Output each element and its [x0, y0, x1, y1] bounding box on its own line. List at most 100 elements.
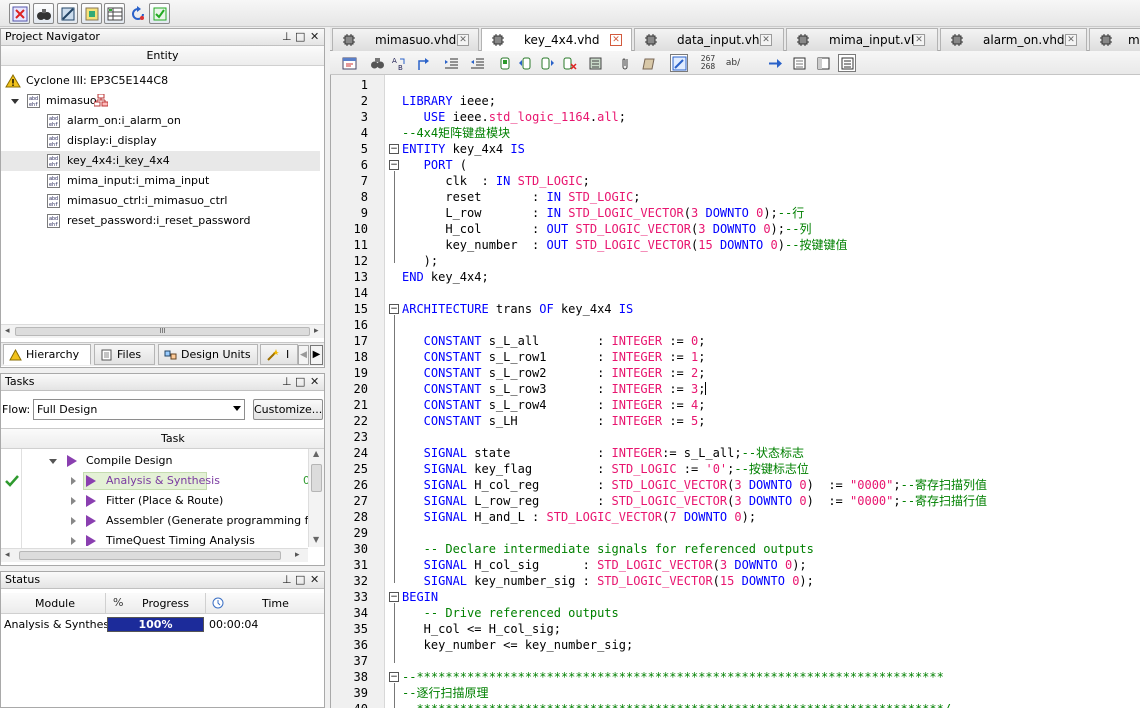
find-icon[interactable]	[368, 54, 386, 72]
expand-icon[interactable]	[71, 497, 76, 505]
scroll-left-icon[interactable]: ◂	[5, 549, 10, 561]
flow-select[interactable]: Full Design	[33, 399, 245, 420]
scroll-thumb[interactable]	[19, 551, 281, 560]
progress-header[interactable]: Progress	[142, 597, 189, 610]
expand-icon[interactable]	[71, 537, 76, 545]
scroll-down-icon[interactable]: ▼	[313, 535, 319, 544]
scroll-thumb[interactable]: III	[15, 327, 310, 336]
pin-icon[interactable]: ⊥	[282, 29, 292, 45]
scroll-left-icon[interactable]: ◂	[5, 325, 10, 337]
device-row[interactable]: Cyclone III: EP3C5E144C8	[1, 71, 320, 91]
pin-planner-icon[interactable]	[104, 3, 125, 24]
code-token: PORT	[402, 158, 453, 172]
entity-column-header[interactable]: Entity	[1, 46, 324, 66]
close-tab-icon[interactable]: ✕	[760, 34, 772, 46]
entity-row-selected[interactable]: abd ehf key_4x4:i_key_4x4	[1, 151, 320, 171]
clear-bookmarks-icon[interactable]	[560, 54, 578, 72]
goto-line-icon[interactable]	[414, 54, 432, 72]
fold-toggle-icon[interactable]: −	[389, 592, 399, 602]
view-split-icon[interactable]	[814, 54, 832, 72]
find-replace-icon[interactable]: AB	[390, 54, 408, 72]
entity-row[interactable]: abd ehf display:i_display	[1, 131, 320, 151]
entity-row[interactable]: abd ehf mimasuo_ctrl:i_mimasuo_ctrl	[1, 191, 320, 211]
tab-design-units[interactable]: Design Units	[158, 344, 258, 365]
template-icon[interactable]	[640, 54, 658, 72]
rtl-viewer-icon[interactable]	[33, 3, 54, 24]
expand-icon[interactable]	[71, 477, 76, 485]
task-column-header[interactable]: Task	[1, 429, 324, 449]
window-icon[interactable]	[340, 54, 358, 72]
module-header[interactable]: Module	[35, 597, 75, 610]
arrow-right-icon[interactable]	[766, 54, 784, 72]
fold-toggle-icon[interactable]: −	[389, 672, 399, 682]
bookmark-icon[interactable]	[496, 54, 514, 72]
programmer-icon[interactable]	[149, 3, 170, 24]
fold-guide	[394, 603, 395, 663]
scroll-thumb[interactable]	[311, 464, 322, 492]
entity-row[interactable]: abd ehf reset_password:i_reset_password	[1, 211, 320, 231]
time-header[interactable]: Time	[262, 597, 289, 610]
percent-header[interactable]: %	[113, 596, 123, 609]
fold-toggle-icon[interactable]: −	[389, 304, 399, 314]
tab-scroll-right-icon[interactable]: ▶	[310, 345, 323, 365]
chip-planner-icon[interactable]	[81, 3, 102, 24]
tasks-vscrollbar[interactable]: ▲ ▼	[308, 449, 324, 547]
view-full-icon[interactable]	[838, 54, 856, 72]
restore-icon[interactable]: □	[295, 29, 305, 45]
scroll-right-icon[interactable]: ▸	[295, 549, 300, 561]
attach-icon[interactable]	[616, 54, 634, 72]
tasks-hscrollbar[interactable]: ◂ ▸	[1, 548, 308, 562]
customize-button[interactable]: Customize...	[253, 399, 323, 420]
pin-icon[interactable]: ⊥	[282, 374, 292, 390]
editor-tab[interactable]: mimasuo.vhd ✕	[332, 28, 479, 51]
tab-scroll-left-icon[interactable]: ◀	[298, 345, 309, 365]
tab-hierarchy[interactable]: Hierarchy	[3, 344, 91, 365]
code-editor[interactable]: 1 2 3 4 5 6 7 8 9 10 11 12 13 14 15 16 17 18 19 20 21 22 23 24 2…	[330, 75, 1140, 708]
editor-tab[interactable]: alarm_on.vhd ✕	[940, 28, 1087, 51]
close-tab-icon[interactable]: ✕	[457, 34, 469, 46]
prev-bookmark-icon[interactable]	[516, 54, 534, 72]
fold-toggle-icon[interactable]: −	[389, 144, 399, 154]
editor-tab[interactable]: mima_input.vhd ✕	[786, 28, 938, 51]
stop-icon[interactable]	[9, 3, 30, 24]
edit-icon[interactable]	[670, 54, 688, 72]
refresh-icon[interactable]	[127, 3, 148, 24]
block-comment-icon[interactable]	[586, 54, 604, 72]
task-row[interactable]: Assembler (Generate programming files)	[1, 511, 324, 531]
tab-ip[interactable]: I	[260, 344, 298, 365]
pin-icon[interactable]: ⊥	[282, 572, 292, 588]
scroll-right-icon[interactable]: ▸	[314, 325, 319, 337]
next-bookmark-icon[interactable]	[538, 54, 556, 72]
collapse-icon[interactable]	[11, 99, 19, 104]
top-entity-row[interactable]: abd ehf mimasuo	[1, 91, 320, 111]
close-icon[interactable]: ✕	[310, 572, 319, 588]
scroll-up-icon[interactable]: ▲	[313, 449, 319, 458]
editor-tab-active[interactable]: key_4x4.vhd ✕	[481, 28, 632, 52]
expand-icon[interactable]	[49, 459, 57, 464]
close-icon[interactable]: ✕	[310, 374, 319, 390]
entity-row[interactable]: abd ehf mima_input:i_mima_input	[1, 171, 320, 191]
tab-files[interactable]: Files	[94, 344, 155, 365]
editor-tab[interactable]: data_input.vhd ✕	[634, 28, 784, 51]
navigator-hscrollbar[interactable]: ◂ III ▸	[1, 324, 324, 338]
restore-icon[interactable]: □	[295, 374, 305, 390]
view-icon[interactable]	[790, 54, 808, 72]
unindent-icon[interactable]	[468, 54, 486, 72]
indent-icon[interactable]	[442, 54, 460, 72]
close-tab-icon[interactable]: ✕	[1065, 34, 1077, 46]
analysis-icon[interactable]	[57, 3, 78, 24]
close-icon[interactable]: ✕	[310, 29, 319, 45]
restore-icon[interactable]: □	[295, 572, 305, 588]
wrap-toggle[interactable]: ab/	[722, 54, 744, 72]
task-row[interactable]: TimeQuest Timing Analysis	[1, 531, 306, 546]
fold-toggle-icon[interactable]: −	[389, 160, 399, 170]
entity-row[interactable]: abd ehf alarm_on:i_alarm_on	[1, 111, 320, 131]
task-row-completed[interactable]: Analysis & Synthesis 0	[1, 471, 310, 491]
close-tab-icon[interactable]: ✕	[610, 34, 622, 46]
task-row[interactable]: Fitter (Place & Route)	[1, 491, 306, 511]
line-numbers-toggle[interactable]: 267 268	[696, 54, 720, 72]
close-tab-icon[interactable]: ✕	[913, 34, 925, 46]
editor-tab[interactable]: mim	[1089, 28, 1140, 51]
task-row[interactable]: Compile Design	[1, 451, 306, 471]
expand-icon[interactable]	[71, 517, 76, 525]
